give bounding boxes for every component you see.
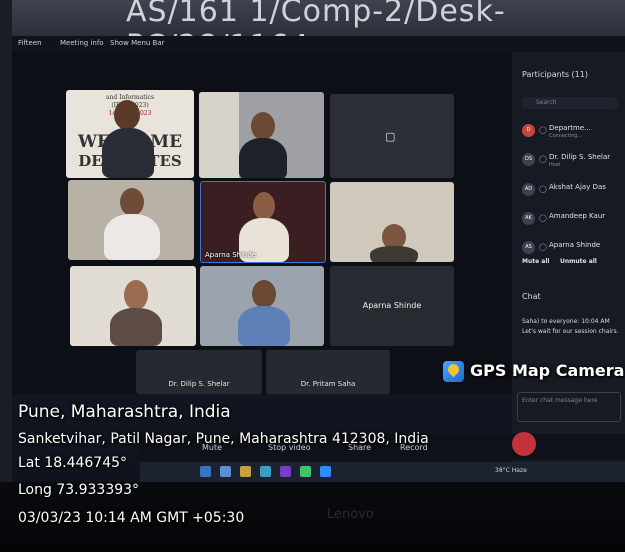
- unmute-all-button[interactable]: Unmute all: [560, 258, 597, 265]
- video-tile-6[interactable]: [330, 182, 454, 262]
- end-call-button[interactable]: [512, 432, 536, 456]
- participant-face: [251, 112, 275, 140]
- participant-name: Dr. Dilip S. Shelar: [549, 153, 611, 161]
- video-tile-8[interactable]: [200, 266, 324, 346]
- participant-body: [104, 214, 160, 260]
- avatar: AK: [522, 212, 535, 225]
- chat-message: Let's wait for our session chairs.: [522, 328, 619, 335]
- zoom-icon[interactable]: [320, 466, 331, 477]
- participant-name: Aparna Shinde: [549, 241, 601, 249]
- avatar: AD: [522, 183, 535, 196]
- participant-body: [239, 138, 287, 178]
- tile-center-name: Dr. Pritam Saha: [300, 380, 356, 388]
- gps-latitude: Lat 18.446745°: [18, 455, 128, 471]
- mic-icon: ◯: [539, 185, 547, 193]
- participant-face: [253, 192, 275, 220]
- folder-icon[interactable]: [240, 466, 251, 477]
- participant-status: Connecting...: [549, 133, 583, 139]
- participant-name: Departme...: [549, 124, 591, 132]
- mic-icon: ◯: [539, 126, 547, 134]
- camera-off-icon: ▢: [385, 130, 396, 143]
- show-menu-bar-link[interactable]: Show Menu Bar: [110, 39, 165, 47]
- video-tile-3-camera-off[interactable]: ▢: [330, 94, 454, 178]
- participant-face: [124, 280, 148, 310]
- participant-face: [120, 188, 144, 216]
- chat-meta: Saha) to everyone: 10:04 AM: [522, 318, 610, 325]
- avatar: AS: [522, 241, 535, 254]
- video-tile-11[interactable]: Dr. Pritam Saha: [266, 350, 390, 394]
- participant-name: Amandeep Kaur: [549, 212, 606, 220]
- photo-frame: AS/161 1/Comp-2/Desk-PC/28/1164 Fifteen …: [0, 0, 625, 552]
- participant-body: [370, 246, 418, 262]
- video-gallery: and Informatics (IEEE 2023) 1st - 3rd 20…: [12, 52, 512, 394]
- start-icon[interactable]: [200, 466, 211, 477]
- app-icon[interactable]: [280, 466, 291, 477]
- gps-longitude: Long 73.933393°: [18, 482, 140, 498]
- participant-name: Akshat Ajay Das: [549, 183, 606, 191]
- gps-datetime: 03/03/23 10:14 AM GMT +05:30: [18, 510, 245, 526]
- participant-role: Host: [549, 162, 561, 168]
- gps-address: Sanketvihar, Patil Nagar, Pune, Maharash…: [18, 431, 429, 447]
- participant-face: [252, 280, 276, 308]
- laptop-logo: Lenovo: [327, 507, 374, 522]
- mic-icon: ◯: [539, 214, 547, 222]
- participants-panel: Participants (11) Search D ◯ Departme...…: [512, 52, 625, 497]
- gps-app-name: GPS Map Camera: [470, 361, 625, 380]
- browser-icon[interactable]: [220, 466, 231, 477]
- zoom-top-bar: Fifteen Meeting info Show Menu Bar: [12, 36, 625, 52]
- tile-name-label: Aparna Shinde: [205, 251, 257, 259]
- chat-input[interactable]: Enter chat message here: [517, 392, 621, 422]
- participant-body: [102, 128, 154, 178]
- meeting-info-link[interactable]: Meeting info: [60, 39, 104, 47]
- participant-body: [238, 306, 290, 346]
- gps-city: Pune, Maharashtra, India: [18, 402, 231, 422]
- monitor-bezel-top: AS/161 1/Comp-2/Desk-PC/28/1164: [0, 0, 625, 64]
- monitor-bezel-left: [0, 0, 12, 552]
- video-tile-banner[interactable]: and Informatics (IEEE 2023) 1st - 3rd 20…: [66, 90, 194, 178]
- video-tile-9-name-only[interactable]: Aparna Shinde: [330, 266, 454, 346]
- mute-all-button[interactable]: Mute all: [522, 258, 549, 265]
- video-tile-2[interactable]: [199, 92, 324, 178]
- participant-body: [110, 308, 162, 346]
- video-tile-4[interactable]: [68, 180, 194, 260]
- gps-camera-icon: [443, 361, 464, 382]
- chat-title[interactable]: Chat: [522, 292, 541, 301]
- tile-center-name: Dr. Dilip S. Shelar: [168, 380, 230, 388]
- app-icon[interactable]: [300, 466, 311, 477]
- mic-icon: ◯: [539, 243, 547, 251]
- app-icon[interactable]: [260, 466, 271, 477]
- tile-center-name: Aparna Shinde: [362, 301, 422, 311]
- video-tile-active-speaker[interactable]: Aparna Shinde: [200, 181, 326, 263]
- windows-taskbar: 38°C Haze: [140, 462, 625, 482]
- weather-widget[interactable]: 38°C Haze: [495, 467, 527, 474]
- video-tile-10[interactable]: Dr. Dilip S. Shelar: [136, 350, 262, 394]
- video-tile-7[interactable]: [70, 266, 196, 346]
- top-bar-left-label[interactable]: Fifteen: [18, 39, 42, 47]
- mic-icon: ◯: [539, 155, 547, 163]
- avatar: DS: [522, 153, 535, 166]
- participants-title[interactable]: Participants (11): [522, 70, 588, 79]
- wall: [199, 92, 239, 178]
- participant-face: [114, 100, 140, 130]
- avatar: D: [522, 124, 535, 137]
- participants-search-input[interactable]: Search: [522, 97, 618, 109]
